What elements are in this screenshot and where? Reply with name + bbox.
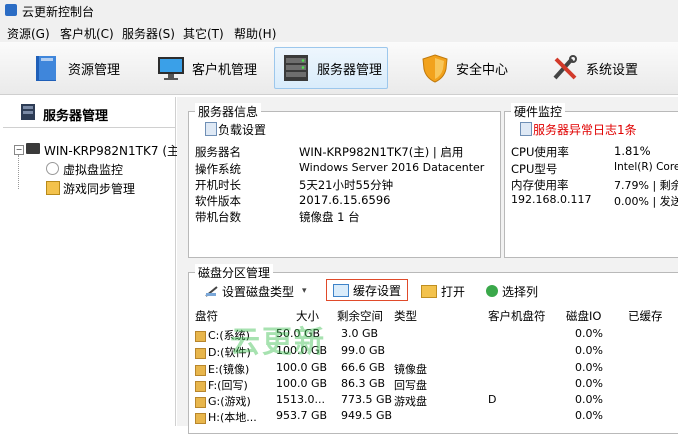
open-button[interactable]: 打开 bbox=[421, 281, 465, 301]
hardware-value: Intel(R) Core bbox=[614, 161, 678, 173]
server-info-key: 操作系统 bbox=[195, 162, 241, 176]
book-icon bbox=[32, 53, 62, 83]
drive-icon bbox=[195, 330, 206, 342]
hardware-key: CPU使用率 bbox=[511, 145, 569, 159]
server-info-value: WIN-KRP982N1TK7(主) | 启用 bbox=[299, 145, 464, 159]
game-sync-icon bbox=[46, 181, 60, 195]
toolbar-client-button[interactable]: 客户机管理 bbox=[150, 47, 270, 89]
toolbar-server-button[interactable]: 服务器管理 bbox=[274, 47, 388, 89]
select-columns-button[interactable]: 选择列 bbox=[486, 281, 538, 301]
menu-help[interactable]: 帮助(H) bbox=[234, 25, 276, 42]
main-toolbar: 资源管理 客户机管理 服务器管理 安全中心 系统设置 bbox=[0, 42, 678, 95]
app-icon bbox=[5, 4, 17, 16]
shield-icon bbox=[420, 53, 450, 83]
column-header[interactable]: 已缓存 bbox=[628, 308, 663, 324]
folder-icon bbox=[421, 284, 437, 298]
toolbar-resource-button[interactable]: 资源管理 bbox=[26, 47, 146, 89]
dropdown-arrow-icon[interactable]: ▾ bbox=[302, 286, 307, 296]
server-info-value: 镜像盘 1 台 bbox=[299, 210, 360, 224]
hardware-key: 192.168.0.117 bbox=[511, 193, 592, 206]
cache-settings-button[interactable]: 缓存设置 bbox=[326, 279, 409, 301]
tree-server-node[interactable]: WIN-KRP982N1TK7 (主) bbox=[44, 142, 184, 159]
hardware-value: 0.00% | 发送 bbox=[614, 195, 678, 208]
virtual-disk-icon bbox=[46, 162, 59, 175]
menu-client[interactable]: 客户机(C) bbox=[60, 25, 114, 42]
column-header[interactable]: 剩余空间 bbox=[337, 308, 383, 324]
monitor-icon bbox=[156, 53, 186, 83]
hardware-value: 7.79% | 剩余 bbox=[614, 179, 678, 192]
menu-resource[interactable]: 资源(G) bbox=[7, 25, 50, 42]
menu-bar: 资源(G) 客户机(C) 服务器(S) 其它(T) 帮助(H) bbox=[0, 22, 678, 42]
hardware-monitor-title: 硬件监控 bbox=[511, 103, 566, 120]
title-bar: 云更新控制台 bbox=[0, 0, 678, 23]
menu-server[interactable]: 服务器(S) bbox=[122, 25, 175, 42]
server-error-log-link[interactable]: 服务器异常日志1条 bbox=[533, 121, 637, 138]
disk-partition-title: 磁盘分区管理 bbox=[195, 264, 274, 281]
sidebar-header: 服务器管理 bbox=[3, 97, 175, 128]
toolbar-security-button[interactable]: 安全中心 bbox=[414, 47, 524, 89]
server-info-value: 5天21小时55分钟 bbox=[299, 178, 394, 192]
window-title: 云更新控制台 bbox=[22, 5, 95, 19]
watermark: 云更新 bbox=[230, 325, 326, 360]
sidebar-title: 服务器管理 bbox=[43, 109, 109, 124]
tree-virtual-disk-monitor[interactable]: 虚拟盘监控 bbox=[63, 161, 123, 178]
drive-icon bbox=[195, 364, 206, 376]
server-info-key: 开机时长 bbox=[195, 178, 241, 192]
hardware-key: 内存使用率 bbox=[511, 178, 569, 192]
set-disk-type-button[interactable]: 设置磁盘类型 ▾ bbox=[205, 281, 307, 301]
columns-icon bbox=[486, 285, 498, 297]
log-icon bbox=[520, 122, 532, 136]
pencil-icon bbox=[205, 285, 219, 297]
server-info-key: 软件版本 bbox=[195, 194, 241, 208]
hardware-value: 1.81% bbox=[614, 144, 651, 158]
server-icon bbox=[281, 53, 311, 83]
tools-icon bbox=[550, 53, 580, 83]
column-header[interactable]: 类型 bbox=[394, 308, 417, 324]
server-icon bbox=[19, 103, 37, 124]
server-info-key: 服务器名 bbox=[195, 145, 241, 159]
sidebar: 服务器管理 − WIN-KRP982N1TK7 (主) 虚拟盘监控 游戏同步管理 bbox=[3, 97, 184, 426]
drive-icon bbox=[195, 396, 206, 408]
drive-icon bbox=[195, 380, 206, 392]
server-info-title: 服务器信息 bbox=[195, 103, 262, 120]
drive-icon bbox=[195, 412, 206, 424]
server-node-icon bbox=[26, 143, 40, 154]
server-info-key: 带机台数 bbox=[195, 210, 241, 224]
server-info-value: Windows Server 2016 Datacenter bbox=[299, 161, 485, 174]
column-header[interactable]: 客户机盘符 bbox=[488, 308, 546, 324]
menu-other[interactable]: 其它(T) bbox=[183, 25, 224, 42]
server-info-value: 2017.6.15.6596 bbox=[299, 193, 391, 207]
toolbar-settings-button[interactable]: 系统设置 bbox=[544, 47, 654, 89]
column-header[interactable]: 盘符 bbox=[195, 308, 218, 324]
hardware-key: CPU型号 bbox=[511, 162, 558, 176]
drive-icon bbox=[195, 347, 206, 359]
load-settings-link[interactable]: 负载设置 bbox=[218, 121, 266, 138]
tree-line bbox=[18, 155, 20, 189]
cache-icon bbox=[333, 283, 349, 297]
tree-game-sync[interactable]: 游戏同步管理 bbox=[63, 180, 135, 197]
column-header[interactable]: 磁盘IO bbox=[566, 308, 601, 324]
tree-collapse-toggle[interactable]: − bbox=[14, 145, 24, 155]
load-settings-icon bbox=[205, 122, 217, 136]
